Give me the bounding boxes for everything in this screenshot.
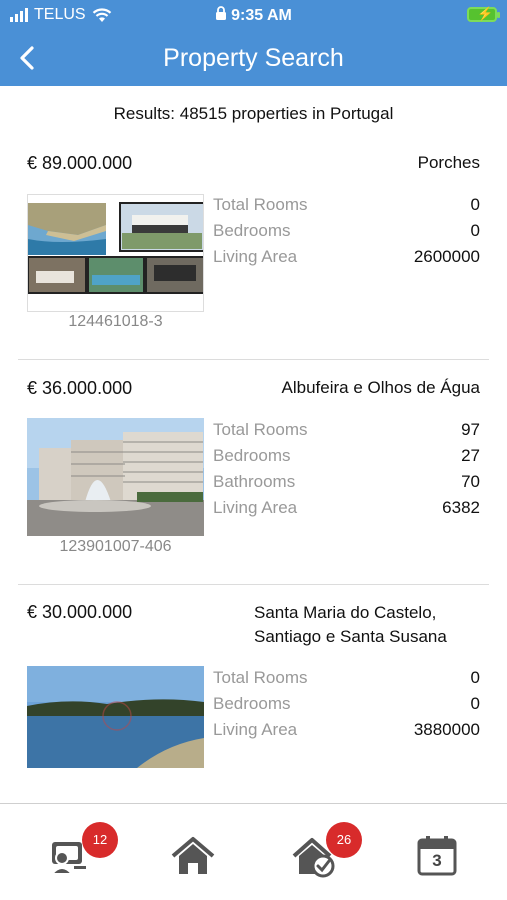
page-title: Property Search [163, 44, 344, 72]
listing-photo[interactable] [27, 666, 204, 768]
spec-label: Bathrooms [213, 472, 296, 491]
listing-specs: Total Rooms 0 Bedrooms 0 Living Area 388… [213, 668, 480, 746]
listing-specs: Total Rooms 0 Bedrooms 0 Living Area 260… [213, 195, 480, 273]
results-summary: Results: 48515 properties in Portugal [113, 104, 394, 123]
listing-location-line: Santiago e Santa Susana [254, 627, 447, 646]
battery-charging-icon: ⚡ [467, 6, 500, 22]
home-icon [171, 837, 215, 874]
spec-row: Total Rooms 0 [213, 668, 480, 694]
tab-calendar[interactable]: 3 [414, 834, 460, 878]
spec-row: Bedrooms 0 [213, 694, 480, 720]
listing-location: Albufeira e Olhos de Água [281, 378, 480, 397]
listing-reference: 124461018-3 [68, 313, 163, 330]
spec-row: Bedrooms 27 [213, 446, 480, 472]
listing-card[interactable]: € 36.000.000 Albufeira e Olhos de Água 1… [18, 378, 489, 573]
spec-value: 70 [461, 472, 480, 491]
app-header: TELUS 9:35 AM ⚡ Property Search [0, 0, 507, 86]
listing-photo[interactable] [27, 418, 204, 536]
spec-label: Bedrooms [213, 694, 291, 713]
spec-label: Total Rooms [213, 420, 308, 439]
spec-row: Living Area 2600000 [213, 247, 480, 273]
spec-row: Total Rooms 97 [213, 420, 480, 446]
spec-row: Living Area 6382 [213, 498, 480, 524]
listing-card[interactable]: € 89.000.000 Porches 124461018-3 Total R [18, 153, 489, 348]
listing-price: € 89.000.000 [27, 153, 133, 173]
notification-badge: 26 [326, 822, 362, 858]
spec-value: 3880000 [413, 720, 480, 739]
spec-label: Living Area [213, 720, 298, 739]
spec-row: Bathrooms 70 [213, 472, 480, 498]
spec-row: Living Area 3880000 [213, 720, 480, 746]
spec-value: 0 [470, 668, 480, 687]
lock-icon [216, 6, 227, 20]
spec-row: Total Rooms 0 [213, 195, 480, 221]
spec-value: 97 [461, 420, 480, 439]
listing-specs: Total Rooms 97 Bedrooms 27 Bathrooms 70 … [213, 420, 480, 524]
spec-label: Total Rooms [213, 195, 308, 214]
tab-saved-homes[interactable]: 26 [292, 822, 362, 878]
spec-value: 0 [470, 221, 480, 240]
listing-price: € 36.000.000 [27, 378, 133, 398]
spec-value: 6382 [442, 498, 480, 517]
status-bar: TELUS 9:35 AM ⚡ [0, 0, 507, 32]
tab-home[interactable] [170, 834, 216, 878]
spec-value: 0 [470, 694, 480, 713]
spec-value: 0 [470, 195, 480, 214]
status-time-group: 9:35 AM [0, 6, 507, 25]
tab-contacts[interactable]: 12 [48, 822, 118, 878]
listing-photo-collage[interactable] [27, 194, 204, 312]
calendar-day: 3 [432, 851, 442, 870]
listing-price: € 30.000.000 [27, 602, 133, 622]
spec-value: 2600000 [413, 247, 480, 266]
listing-location: Santa Maria do Castelo, Santiago e Santa… [254, 601, 447, 649]
spec-label: Total Rooms [213, 668, 308, 687]
divider [18, 584, 489, 585]
bottom-tab-bar: 12 26 3 [0, 803, 507, 900]
spec-row: Bedrooms 0 [213, 221, 480, 247]
spec-label: Bedrooms [213, 446, 291, 465]
divider [18, 359, 489, 360]
spec-label: Bedrooms [213, 221, 291, 240]
listing-reference: 123901007-406 [59, 538, 172, 555]
notification-badge: 12 [82, 822, 118, 858]
spec-label: Living Area [213, 498, 298, 517]
listing-location-line: Santa Maria do Castelo, [254, 603, 437, 622]
status-time: 9:35 AM [231, 7, 292, 24]
spec-label: Living Area [213, 247, 298, 266]
spec-value: 27 [461, 446, 480, 465]
listing-card[interactable]: € 30.000.000 Santa Maria do Castelo, San… [18, 602, 489, 772]
listing-location: Porches [417, 153, 480, 172]
